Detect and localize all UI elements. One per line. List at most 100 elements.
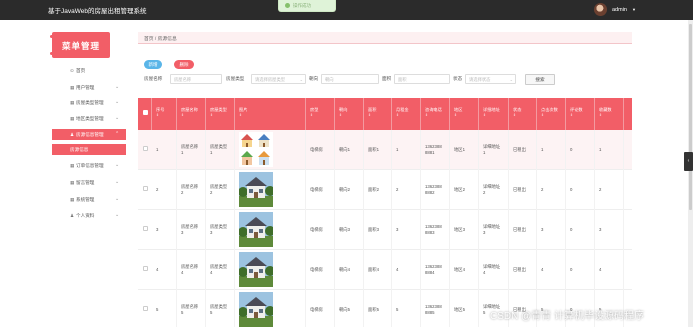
collapse-tab[interactable]: ‹ — [684, 152, 693, 171]
house-thumbnail[interactable] — [239, 172, 273, 207]
grid-icon: ▦ — [70, 116, 75, 121]
cell-region: 地区3 — [450, 210, 479, 250]
row-checkbox[interactable] — [143, 226, 148, 231]
placeholder: 房屋名称 — [174, 77, 192, 82]
sidebar-item-region-types[interactable]: ▦ 地区类型管理 ⌄ — [52, 113, 126, 124]
sort-icon: ⇕ — [368, 112, 371, 117]
column-header[interactable]: 朝向 ⇕ — [335, 98, 364, 130]
cell-phone: 1362388 8882 — [421, 170, 450, 210]
house-type-select[interactable]: 请选择房屋类型 ⌄ — [251, 74, 306, 84]
column-header[interactable]: 房屋类型 ⇕ — [206, 98, 235, 130]
sidebar-item-label: 房源信息 — [70, 147, 89, 152]
cell-type: 房屋类型 2 — [206, 170, 235, 210]
select-all-checkbox[interactable] — [138, 98, 152, 130]
sidebar-item-listings[interactable]: ♟ 房源信息管理 ⌃ — [52, 129, 126, 140]
column-header[interactable]: 房型 ⇕ — [306, 98, 335, 130]
table-row[interactable]: 4 房屋名称 4 房屋类型 4 电梯房 朝向4 面积4 4 1362388 8884 地区4 详细… — [138, 250, 632, 290]
column-label: 朝向 — [339, 107, 348, 112]
column-header[interactable]: 收藏数 ⇕ — [595, 98, 624, 130]
orientation-input[interactable]: 朝向 — [321, 74, 379, 84]
chevron-down-icon: ⌄ — [115, 162, 120, 168]
cell-status: 已租出 — [509, 250, 537, 290]
cell-area: 面积3 — [364, 210, 392, 250]
sidebar-item-messages[interactable]: ▦ 留言管理 ⌄ — [52, 177, 126, 188]
placeholder: 朝向 — [325, 77, 334, 82]
filter-status-label: 状态 — [453, 76, 463, 81]
sidebar-item-orders[interactable]: ▦ 订单信息管理 ⌄ — [52, 160, 126, 171]
column-header[interactable]: 图片 ⇕ — [235, 98, 306, 130]
cell-phone: 1362388 8884 — [421, 250, 450, 290]
breadcrumb[interactable]: 首页 / 房源信息 — [144, 35, 177, 42]
house-thumbnail[interactable] — [239, 292, 273, 327]
column-header[interactable]: 房屋名称 ⇕ — [177, 98, 206, 130]
cell-rent: 5 — [392, 290, 421, 327]
top-bar: 基于JavaWeb的房屋出租管理系统 操作成功 admin ▼ — [0, 0, 693, 20]
row-checkbox[interactable] — [143, 266, 148, 271]
column-header[interactable]: 咨询电话 ⇕ — [421, 98, 450, 130]
sidebar-item-label: 系统管理 — [76, 197, 95, 202]
cell-orient: 朝向4 — [335, 250, 364, 290]
table-row[interactable]: 1 房屋名称 1 房屋类型 1 电梯房 朝向1 面积1 1 1362388 8881 地区1 详细… — [138, 130, 632, 170]
delete-button[interactable]: 删除 — [174, 60, 194, 69]
sidebar-item-label: 留言管理 — [76, 180, 95, 185]
checkbox[interactable] — [143, 110, 148, 115]
column-label: 房型 — [310, 107, 319, 112]
house-image[interactable] — [235, 130, 306, 170]
cell-clicks: 1 — [537, 130, 566, 170]
cell-name: 房屋名称 2 — [177, 170, 206, 210]
table-row[interactable]: 3 房屋名称 3 房屋类型 3 电梯房 朝向3 面积3 3 1362388 8883 地区3 详细… — [138, 210, 632, 250]
house-thumbnail[interactable] — [239, 252, 273, 287]
sidebar-item-system[interactable]: ▦ 系统管理 ⌄ — [52, 194, 126, 205]
sidebar-subitem-listing-info[interactable]: 房源信息 — [52, 144, 126, 155]
house-image[interactable] — [235, 290, 306, 327]
sort-icon: ⇕ — [396, 112, 399, 117]
house-name-input[interactable]: 房屋名称 — [170, 74, 222, 84]
house-image[interactable] — [235, 170, 306, 210]
cell-type: 房屋类型 4 — [206, 250, 235, 290]
app-title: 基于JavaWeb的房屋出租管理系统 — [48, 8, 147, 15]
status-select[interactable]: 请选择状态 ⌄ — [465, 74, 516, 84]
add-button[interactable]: 新增 — [144, 60, 162, 69]
avatar[interactable] — [594, 3, 607, 16]
column-header[interactable]: 点击次数 ⇕ — [537, 98, 566, 130]
sidebar-item-home[interactable]: ⊙ 首页 — [52, 65, 126, 76]
column-header[interactable]: 月租金 ⇕ — [392, 98, 421, 130]
column-header[interactable]: 详细地址 ⇕ — [479, 98, 509, 130]
caret-down-icon[interactable]: ▼ — [632, 7, 636, 12]
sidebar-item-label: 地区类型管理 — [76, 116, 104, 121]
sidebar-item-house-types[interactable]: ▦ 房屋类型管理 ⌄ — [52, 97, 126, 108]
placeholder: 请选择房屋类型 — [255, 77, 286, 82]
cell-name: 房屋名称 3 — [177, 210, 206, 250]
sidebar-item-profile[interactable]: ♟ 个人资料 ⌄ — [52, 210, 126, 221]
scrollbar-thumb[interactable] — [689, 24, 692, 210]
cell-no: 3 — [152, 210, 177, 250]
area-input[interactable]: 面积 — [394, 74, 450, 84]
row-checkbox[interactable] — [143, 146, 148, 151]
main-content: 首页 / 房源信息 新增 删除 房屋名称 房屋名称 房屋类型 请选择房屋类型 ⌄ … — [138, 28, 632, 327]
cell-addr: 详细地址 2 — [479, 170, 509, 210]
column-header[interactable]: 面积 ⇕ — [364, 98, 392, 130]
column-label: 房屋类型 — [210, 107, 227, 112]
column-header[interactable]: 状态 ⇕ — [509, 98, 537, 130]
sort-icon: ⇕ — [454, 112, 457, 117]
row-checkbox[interactable] — [143, 186, 148, 191]
house-image[interactable] — [235, 210, 306, 250]
search-button[interactable]: 搜索 — [525, 74, 555, 85]
house-image[interactable] — [235, 250, 306, 290]
column-header[interactable]: 地区 ⇕ — [450, 98, 479, 130]
cell-phone: 1362388 8883 — [421, 210, 450, 250]
sidebar-item-users[interactable]: ▦ 用户管理 ⌄ — [52, 82, 126, 93]
grid-icon: ▦ — [70, 85, 75, 90]
house-thumbnail[interactable] — [239, 132, 273, 167]
filter-area-label: 面积 — [382, 76, 392, 81]
house-thumbnail[interactable] — [239, 212, 273, 247]
row-checkbox[interactable] — [143, 306, 148, 311]
column-header[interactable]: 序号 ⇕ — [152, 98, 177, 130]
watermark: CSDN @青青 计算机毕设源码程序 — [490, 311, 645, 322]
table-row[interactable]: 2 房屋名称 2 房屋类型 2 电梯房 朝向2 面积2 2 1362388 8882 地区2 详细… — [138, 170, 632, 210]
filter-name-label: 房屋名称 — [144, 76, 163, 81]
column-header[interactable]: 评论数 ⇕ — [566, 98, 595, 130]
sidebar-item-label: 房屋类型管理 — [76, 100, 104, 105]
username[interactable]: admin — [612, 7, 627, 13]
cell-clicks: 3 — [537, 210, 566, 250]
